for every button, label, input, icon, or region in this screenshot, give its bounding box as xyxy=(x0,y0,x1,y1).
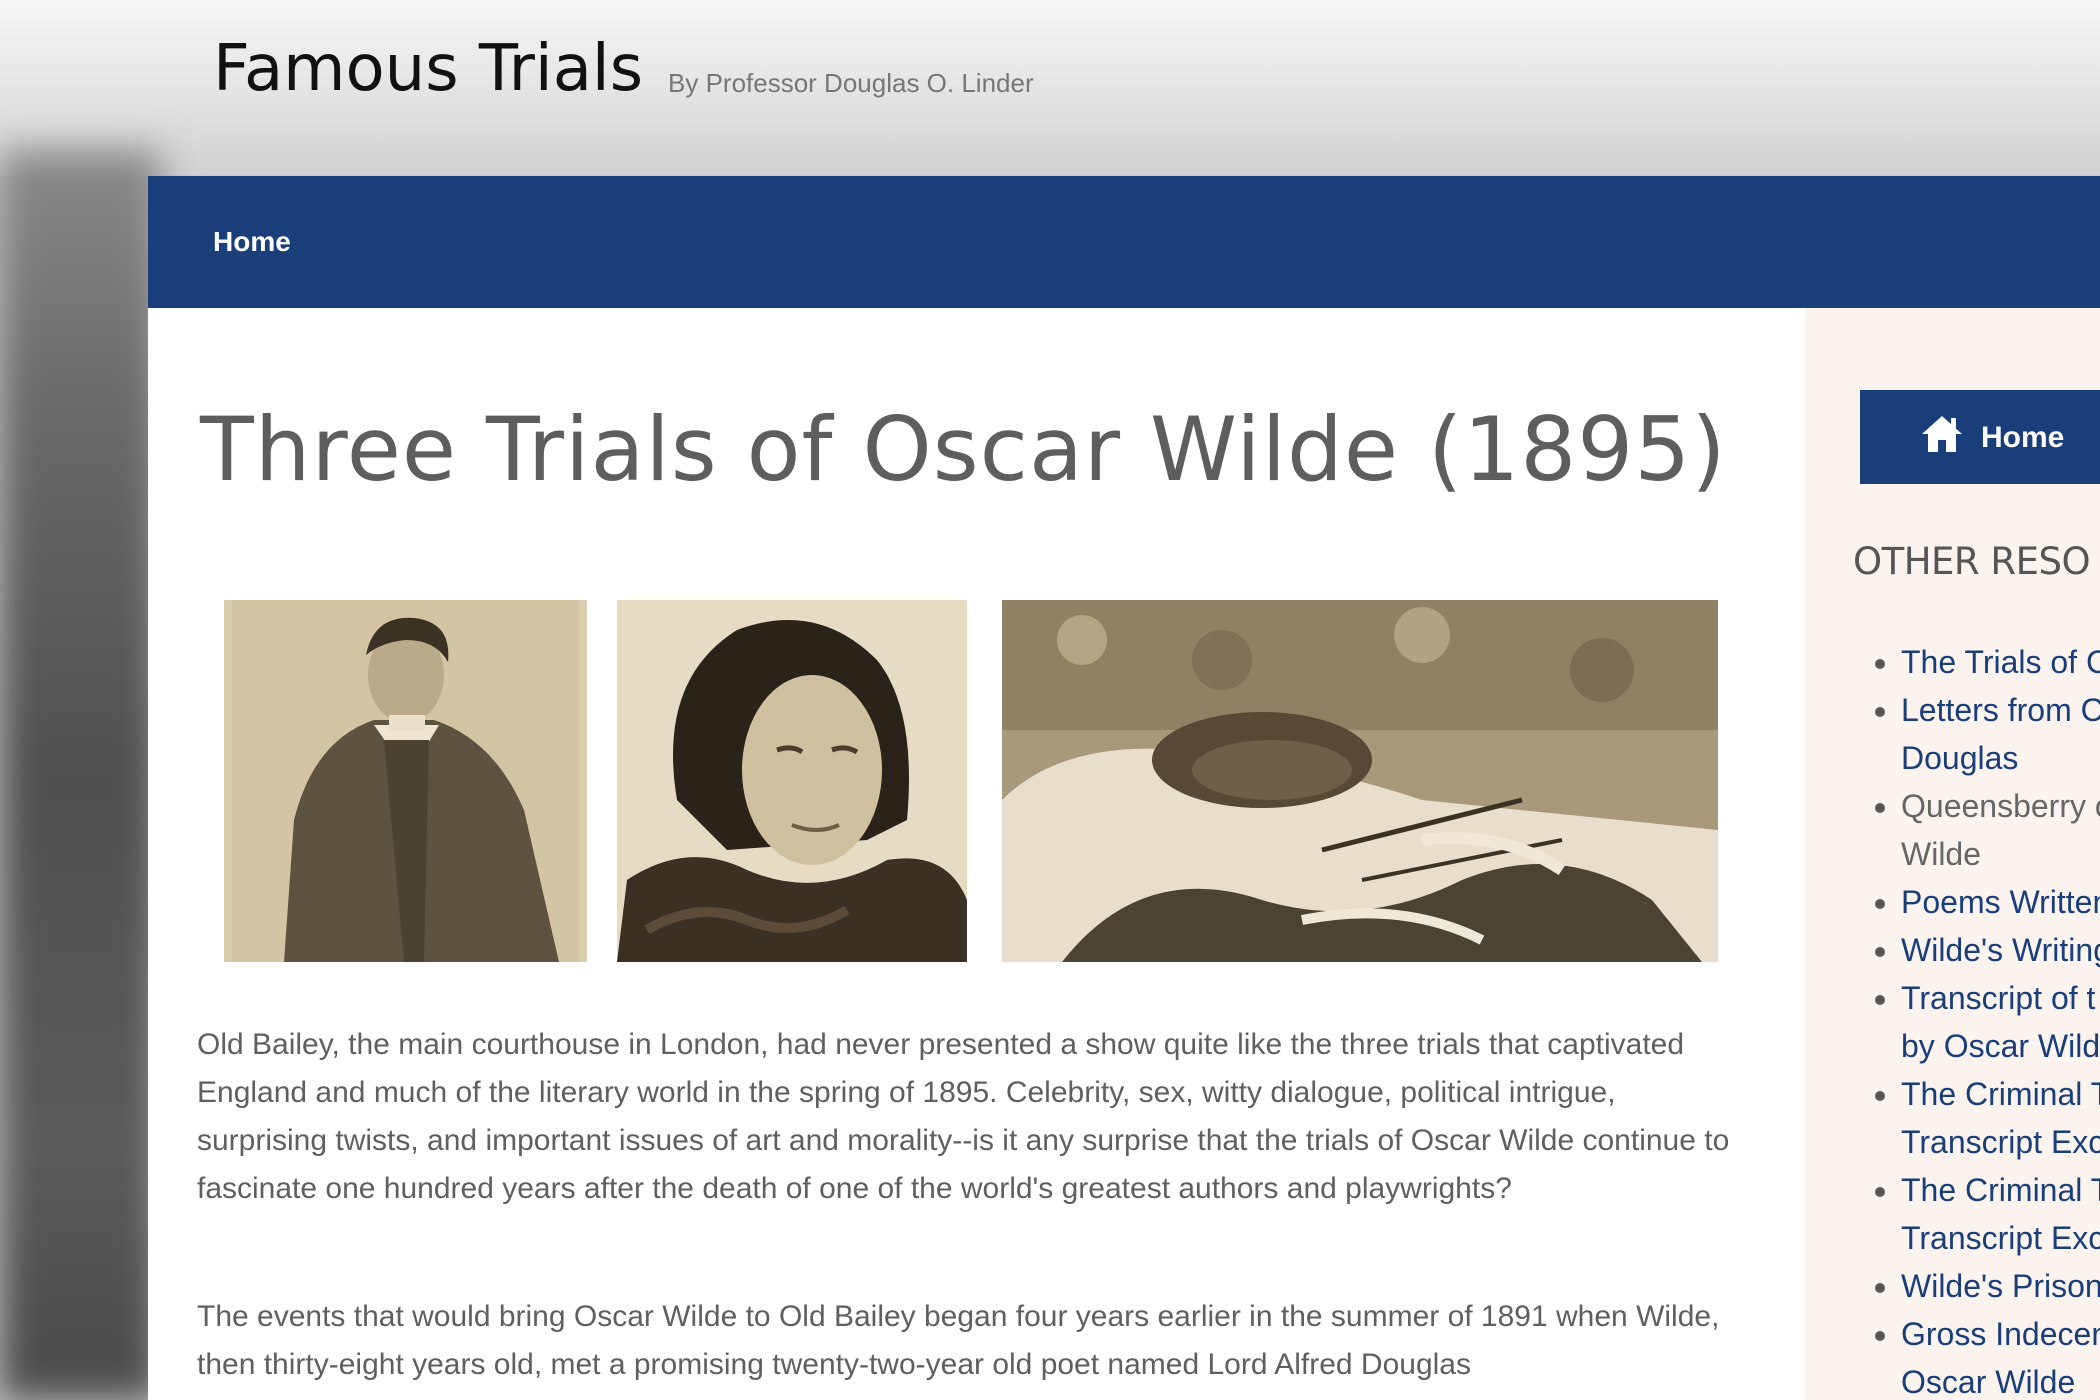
page-title: Three Trials of Oscar Wilde (1895) xyxy=(200,398,1727,501)
home-icon xyxy=(1922,416,1962,452)
resource-link[interactable]: The Criminal T Transcript Exc xyxy=(1901,1076,2100,1160)
resource-link[interactable]: The Criminal T Transcript Exc xyxy=(1901,1172,2100,1256)
sidebar-home-label: Home xyxy=(1981,421,2065,454)
resource-link[interactable]: Gross Indecen Oscar Wilde xyxy=(1901,1316,2100,1400)
resource-link[interactable]: Transcript of t by Oscar Wilde xyxy=(1901,980,2100,1064)
resource-list-item[interactable]: Wilde's Writing xyxy=(1901,926,2100,974)
resource-list-item[interactable]: The Trials of C xyxy=(1901,638,2100,686)
site-title[interactable]: Famous Trials xyxy=(213,32,643,106)
photo-wilde-portrait xyxy=(617,600,967,962)
body-paragraph: The events that would bring Oscar Wilde … xyxy=(197,1300,1720,1381)
nav-home-link[interactable]: Home xyxy=(213,226,291,258)
main-content: Three Trials of Oscar Wilde (1895) Old B… xyxy=(148,308,1805,1400)
resource-list-item: Queensberry cWilde xyxy=(1901,782,2100,878)
resource-list: The Trials of C Letters from CDouglas Quee… xyxy=(1853,638,2100,1400)
resource-link[interactable]: Letters from C Douglas xyxy=(1901,692,2100,776)
resource-text: Queensberry c Wilde xyxy=(1901,788,2100,872)
resource-list-item[interactable]: Gross IndecenOscar Wilde xyxy=(1901,1310,2100,1400)
resource-list-item[interactable]: Letters from CDouglas xyxy=(1901,686,2100,782)
resource-link[interactable]: The Trials of C xyxy=(1901,644,2100,680)
resource-list-item[interactable]: Poems Written xyxy=(1901,878,2100,926)
page-backdrop xyxy=(0,150,160,1400)
resource-link[interactable]: Wilde's Prison xyxy=(1901,1268,2100,1304)
photo-wilde-standing xyxy=(224,600,587,962)
photo-wilde-deathbed xyxy=(1002,600,1718,962)
sidebar: Home OTHER RESO The Trials of C Letters f… xyxy=(1805,308,2100,1400)
resource-link[interactable]: Poems Written xyxy=(1901,884,2100,920)
other-resources-heading: OTHER RESO xyxy=(1853,540,2091,583)
intro-paragraph: Old Bailey, the main courthouse in Londo… xyxy=(197,1028,1730,1205)
site-header: Famous Trials By Professor Douglas O. Li… xyxy=(0,0,2100,175)
resource-list-item[interactable]: Wilde's Prison xyxy=(1901,1262,2100,1310)
resource-link[interactable]: Wilde's Writing xyxy=(1901,932,2100,968)
resource-list-item[interactable]: The Criminal TTranscript Exc xyxy=(1901,1166,2100,1262)
sidebar-home-button[interactable]: Home xyxy=(1860,390,2100,484)
resource-list-item[interactable]: Transcript of tby Oscar Wilde xyxy=(1901,974,2100,1070)
site-tagline: By Professor Douglas O. Linder xyxy=(668,68,1034,98)
main-navbar: Home xyxy=(148,176,2100,308)
resource-list-item[interactable]: The Criminal TTranscript Exc xyxy=(1901,1070,2100,1166)
